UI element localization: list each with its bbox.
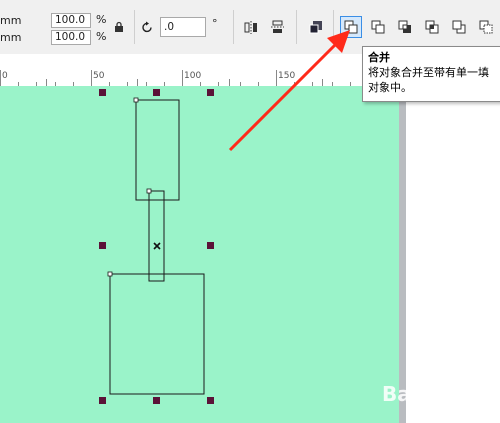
selection-handle-top-right[interactable] <box>207 89 214 96</box>
selection-handle-bottom-left[interactable] <box>99 397 106 404</box>
selection-handle-bottom-right[interactable] <box>207 397 214 404</box>
selection-handle-right[interactable] <box>207 242 214 249</box>
watermark-logo: Bai 经验 <box>382 382 465 406</box>
center-marker-icon[interactable] <box>153 242 161 250</box>
node-point[interactable] <box>133 97 139 103</box>
tooltip-text-line: 对象中。 <box>368 81 412 94</box>
tooltip-title: 合并 <box>368 51 390 64</box>
selection-handle-left[interactable] <box>99 242 106 249</box>
node-point[interactable] <box>146 188 152 194</box>
middle-rectangle[interactable] <box>148 190 165 282</box>
combine-tooltip: 合并 将对象合并至带有单一填 对象中。 <box>362 46 500 102</box>
bottom-rectangle[interactable] <box>109 273 205 395</box>
selection-handle-top-left[interactable] <box>99 89 106 96</box>
top-rectangle[interactable] <box>135 99 180 201</box>
selection-handle-bottom[interactable] <box>153 397 160 404</box>
node-point[interactable] <box>107 271 113 277</box>
tooltip-text-line: 将对象合并至带有单一填 <box>368 66 489 79</box>
annotation-arrow-icon <box>228 30 350 152</box>
selection-handle-top[interactable] <box>153 89 160 96</box>
